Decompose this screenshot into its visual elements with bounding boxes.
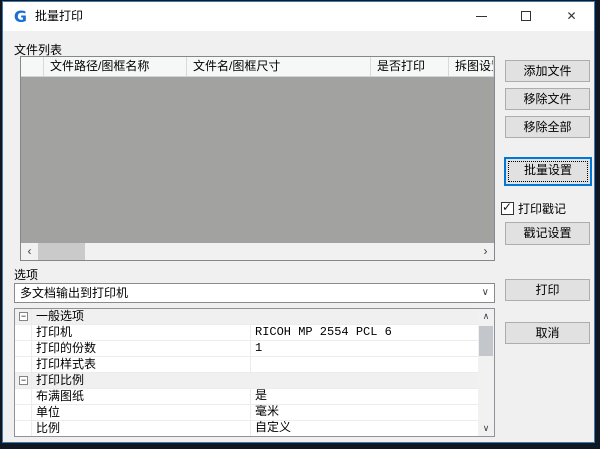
column-header[interactable] [21, 57, 44, 77]
property-row[interactable]: 比例自定义 [15, 421, 478, 437]
property-value[interactable]: 是 [251, 389, 478, 404]
titlebar[interactable]: G 批量打印 ✕ [3, 2, 594, 31]
property-value[interactable]: 1 [251, 341, 478, 356]
file-list-table: 文件路径/图框名称文件名/图框尺寸是否打印拆图设置 ‹ › [20, 56, 495, 261]
row-gutter [15, 421, 32, 436]
scroll-up-icon[interactable]: ∧ [478, 309, 494, 324]
collapse-gutter: − [15, 309, 32, 324]
property-category-row[interactable]: −打印比例 [15, 373, 478, 389]
app-logo-icon: G [12, 8, 29, 25]
property-name: 比例 [32, 421, 251, 436]
row-gutter [15, 341, 32, 356]
row-gutter [15, 405, 32, 420]
category-label: 打印比例 [32, 373, 84, 388]
property-value[interactable]: 自定义 [251, 421, 478, 436]
window-title: 批量打印 [35, 2, 83, 31]
row-gutter [15, 325, 32, 340]
property-row[interactable]: 打印样式表 [15, 357, 478, 373]
horizontal-scrollbar-thumb[interactable] [38, 243, 85, 260]
close-icon: ✕ [549, 2, 594, 31]
property-row[interactable]: 单位毫米 [15, 405, 478, 421]
add-files-button[interactable]: 添加文件 [505, 60, 590, 82]
minimize-icon [476, 16, 487, 17]
property-row[interactable]: 布满图纸是 [15, 389, 478, 405]
property-value[interactable]: 毫米 [251, 405, 478, 420]
check-icon: ✓ [502, 200, 512, 214]
column-header[interactable]: 拆图设置 [449, 57, 494, 77]
batch-print-dialog: G 批量打印 ✕ 文件列表 文件路径/图框名称文件名/图框尺寸是否打印拆图设置 … [2, 1, 595, 443]
print-stamp-checkbox[interactable]: ✓ [501, 202, 514, 215]
row-gutter [15, 389, 32, 404]
stamp-settings-button[interactable]: 戳记设置 [505, 222, 590, 245]
column-header[interactable]: 是否打印 [371, 57, 449, 77]
horizontal-scrollbar[interactable]: ‹ › [21, 243, 494, 260]
vertical-scrollbar[interactable]: ∧ ∨ [478, 309, 494, 436]
property-row[interactable]: 打印机RICOH MP 2554 PCL 6 [15, 325, 478, 341]
options-group-label: 选项 [14, 266, 38, 283]
property-category-row[interactable]: −一般选项 [15, 309, 478, 325]
scroll-down-icon[interactable]: ∨ [478, 421, 494, 436]
collapse-gutter: − [15, 373, 32, 388]
close-button[interactable]: ✕ [549, 2, 594, 31]
collapse-minus-icon[interactable]: − [19, 312, 28, 321]
collapse-minus-icon[interactable]: − [19, 376, 28, 385]
property-name: 单位 [32, 405, 251, 420]
scroll-left-icon[interactable]: ‹ [21, 243, 38, 260]
remove-file-button[interactable]: 移除文件 [505, 88, 590, 110]
property-name: 打印样式表 [32, 357, 251, 372]
batch-settings-button[interactable]: 批量设置 [504, 157, 592, 186]
property-value[interactable]: RICOH MP 2554 PCL 6 [251, 325, 478, 340]
property-grid: −一般选项打印机RICOH MP 2554 PCL 6打印的份数1打印样式表−打… [14, 308, 495, 437]
print-stamp-label: 打印戳记 [518, 201, 566, 217]
column-header[interactable]: 文件路径/图框名称 [44, 57, 187, 77]
minimize-button[interactable] [459, 2, 504, 31]
print-button[interactable]: 打印 [505, 279, 590, 301]
property-row[interactable]: 打印的份数1 [15, 341, 478, 357]
output-mode-combobox[interactable]: 多文档输出到打印机 ∨ [14, 283, 495, 303]
scroll-right-icon[interactable]: › [477, 243, 494, 260]
cancel-button[interactable]: 取消 [505, 322, 590, 344]
chevron-down-icon[interactable]: ∨ [482, 284, 489, 302]
file-list-body [21, 77, 494, 243]
property-value[interactable] [251, 357, 478, 372]
property-name: 布满图纸 [32, 389, 251, 404]
file-list-header: 文件路径/图框名称文件名/图框尺寸是否打印拆图设置 [21, 57, 494, 77]
output-mode-value: 多文档输出到打印机 [20, 284, 128, 302]
property-name: 打印的份数 [32, 341, 251, 356]
remove-all-button[interactable]: 移除全部 [505, 116, 590, 138]
vertical-scrollbar-thumb[interactable] [479, 326, 493, 356]
column-header[interactable]: 文件名/图框尺寸 [187, 57, 371, 77]
maximize-button[interactable] [504, 2, 549, 31]
row-gutter [15, 357, 32, 372]
property-grid-rows: −一般选项打印机RICOH MP 2554 PCL 6打印的份数1打印样式表−打… [15, 309, 478, 437]
maximize-icon [521, 11, 531, 21]
category-label: 一般选项 [32, 309, 84, 324]
property-name: 打印机 [32, 325, 251, 340]
